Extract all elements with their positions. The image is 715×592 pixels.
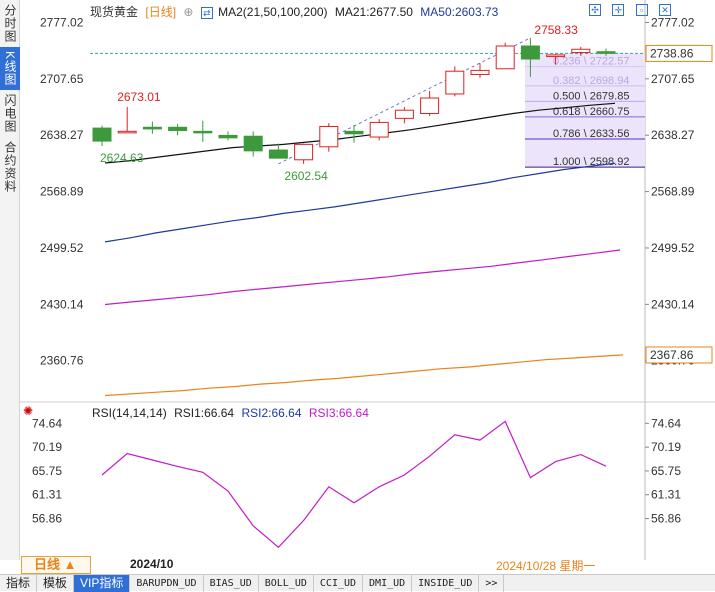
rsi-axis-label-left: 61.31 bbox=[32, 488, 62, 502]
candle-body bbox=[142, 126, 162, 130]
price-axis-label: 2499.52 bbox=[651, 241, 695, 255]
price-axis-label: 2707.65 bbox=[651, 72, 695, 86]
crosshair-icon[interactable]: ✛ bbox=[612, 4, 625, 16]
tab-bias[interactable]: BIAS_UD bbox=[204, 575, 259, 592]
candle-body bbox=[394, 109, 414, 119]
tab-kline[interactable]: K线图 bbox=[0, 47, 20, 91]
ma-toggle-icon[interactable]: ⇄ bbox=[200, 7, 213, 19]
tab-vip-indicators[interactable]: VIP指标 bbox=[74, 575, 131, 592]
tab-flash[interactable]: 闪电图 bbox=[0, 90, 20, 137]
candle-body bbox=[445, 70, 465, 95]
price-axis-label-left: 2777.02 bbox=[40, 15, 84, 29]
high-annotation: 2758.33 bbox=[534, 23, 578, 37]
price-axis-label: 2638.27 bbox=[651, 128, 695, 142]
candle-body bbox=[243, 135, 263, 152]
low-annotation: 2624.63 bbox=[100, 151, 144, 165]
rsi-label: RSI(14,14,14) bbox=[92, 406, 167, 420]
rsi-axis-label: 61.31 bbox=[651, 488, 681, 502]
tab-barupdn[interactable]: BARUPDN_UD bbox=[130, 575, 204, 592]
settings-icon[interactable]: ⊕ bbox=[183, 5, 193, 19]
rsi-axis-label: 56.86 bbox=[651, 512, 681, 526]
candle-body bbox=[268, 149, 288, 159]
candle-body bbox=[520, 45, 540, 60]
fib-level-label: 0.236 \ 2722.57 bbox=[553, 56, 629, 68]
date-label-right: 2024/10/28 星期一 bbox=[496, 559, 596, 573]
price-axis-label-left: 2499.52 bbox=[40, 241, 84, 255]
price-legend: 现货黄金 [日线] ⊕ ⇄ MA2(21,50,100,200) MA21:26… bbox=[90, 3, 502, 20]
candle-body bbox=[369, 121, 389, 138]
rsi-settings-icon: ✺ bbox=[23, 404, 33, 418]
rsi-axis-label-left: 65.75 bbox=[32, 464, 62, 478]
tab-indicators[interactable]: 指标 bbox=[0, 575, 38, 592]
expand-icon[interactable]: ✣ bbox=[589, 4, 601, 16]
rsi1-value: RSI1:66.64 bbox=[174, 406, 235, 420]
price-axis-label-left: 2638.27 bbox=[40, 128, 84, 142]
fib-level-label: 0.786 \ 2633.56 bbox=[553, 128, 629, 140]
chart-toolbar: ✣ ✛ ▫ ✕ bbox=[585, 2, 675, 16]
fib-level-label: 0.382 \ 2698.94 bbox=[553, 75, 629, 87]
rsi-axis-label-left: 74.64 bbox=[32, 416, 62, 430]
price-axis-label-left: 2707.65 bbox=[40, 72, 84, 86]
indicator-tab-bar: 指标 模板 VIP指标 BARUPDN_UD BIAS_UD BOLL_UD C… bbox=[0, 574, 715, 592]
ma50-line bbox=[104, 162, 616, 243]
candle-body bbox=[117, 130, 137, 134]
date-label-left: 2024/10 bbox=[130, 557, 174, 571]
candle-body bbox=[193, 130, 213, 134]
candle-body bbox=[168, 126, 188, 132]
period-selector-button[interactable]: 日线 ▲ bbox=[21, 556, 91, 574]
tab-templates[interactable]: 模板 bbox=[37, 575, 75, 592]
rsi2-value: RSI2:66.64 bbox=[241, 406, 302, 420]
left-tab-bar: 分时图 K线图 闪电图 合约资料 bbox=[0, 0, 20, 560]
tab-more-button[interactable]: >> bbox=[479, 575, 505, 592]
low-annotation-2: 2602.54 bbox=[284, 169, 328, 183]
candle-body bbox=[596, 51, 616, 54]
rsi-legend: RSI(14,14,14) RSI1:66.64 RSI2:66.64 RSI3… bbox=[92, 406, 373, 420]
tab-inside[interactable]: INSIDE_UD bbox=[412, 575, 480, 592]
price-axis-label: 2568.89 bbox=[651, 185, 695, 199]
kline-chart[interactable]: 2777.02 2707.65 2638.27 2568.89 2499.52 2430.… bbox=[20, 0, 715, 560]
tab-boll[interactable]: BOLL_UD bbox=[259, 575, 314, 592]
candle-body bbox=[495, 45, 515, 70]
ma50-value: MA50:2603.73 bbox=[420, 5, 499, 19]
rsi-axis-label: 70.19 bbox=[651, 440, 681, 454]
ma100-line bbox=[104, 249, 621, 306]
candle-body bbox=[420, 97, 440, 114]
candle-body bbox=[470, 69, 490, 75]
candle-body bbox=[294, 143, 314, 161]
ma21-value: MA21:2677.50 bbox=[334, 5, 413, 19]
rsi3-value: RSI3:66.64 bbox=[308, 406, 369, 420]
ma-label: MA2(21,50,100,200) bbox=[218, 5, 328, 19]
price-axis-label-left: 2360.76 bbox=[40, 354, 84, 368]
price-axis-label: 2777.02 bbox=[651, 15, 695, 29]
candle-body bbox=[546, 54, 566, 58]
candle-body bbox=[571, 48, 591, 54]
tab-dmi[interactable]: DMI_UD bbox=[363, 575, 413, 592]
rsi-axis-label: 65.75 bbox=[651, 464, 681, 478]
high-annotation-2: 2673.01 bbox=[117, 90, 161, 104]
period-label[interactable]: [日线] bbox=[145, 5, 176, 19]
candle-body bbox=[319, 125, 339, 148]
ma200-tag-label: 2367.86 bbox=[650, 348, 694, 362]
price-axis-label-left: 2430.14 bbox=[40, 297, 84, 311]
candle-body bbox=[218, 134, 238, 139]
close-icon[interactable]: ✕ bbox=[659, 4, 672, 16]
fib-level-label: 0.500 \ 2679.85 bbox=[553, 90, 629, 102]
last-price-label: 2738.86 bbox=[650, 46, 694, 60]
tab-cci[interactable]: CCI_UD bbox=[314, 575, 364, 592]
trend-line bbox=[278, 37, 531, 165]
tab-intraday[interactable]: 分时图 bbox=[0, 0, 20, 47]
candle-body bbox=[92, 127, 112, 142]
tab-contract-info[interactable]: 合约资料 bbox=[0, 137, 20, 197]
rsi-axis-label-left: 70.19 bbox=[32, 440, 62, 454]
chart-area[interactable]: 2777.02 2707.65 2638.27 2568.89 2499.52 2430.… bbox=[20, 0, 715, 560]
ma200-line bbox=[104, 354, 624, 397]
fit-icon[interactable]: ▫ bbox=[635, 4, 648, 16]
price-axis-label-left: 2568.89 bbox=[40, 185, 84, 199]
price-axis-label: 2430.14 bbox=[651, 297, 695, 311]
candle-body bbox=[344, 130, 364, 135]
rsi-axis-label-left: 56.86 bbox=[32, 512, 62, 526]
instrument-title: 现货黄金 bbox=[90, 5, 139, 19]
rsi-axis-label: 74.64 bbox=[651, 416, 681, 430]
rsi-line bbox=[101, 420, 607, 549]
